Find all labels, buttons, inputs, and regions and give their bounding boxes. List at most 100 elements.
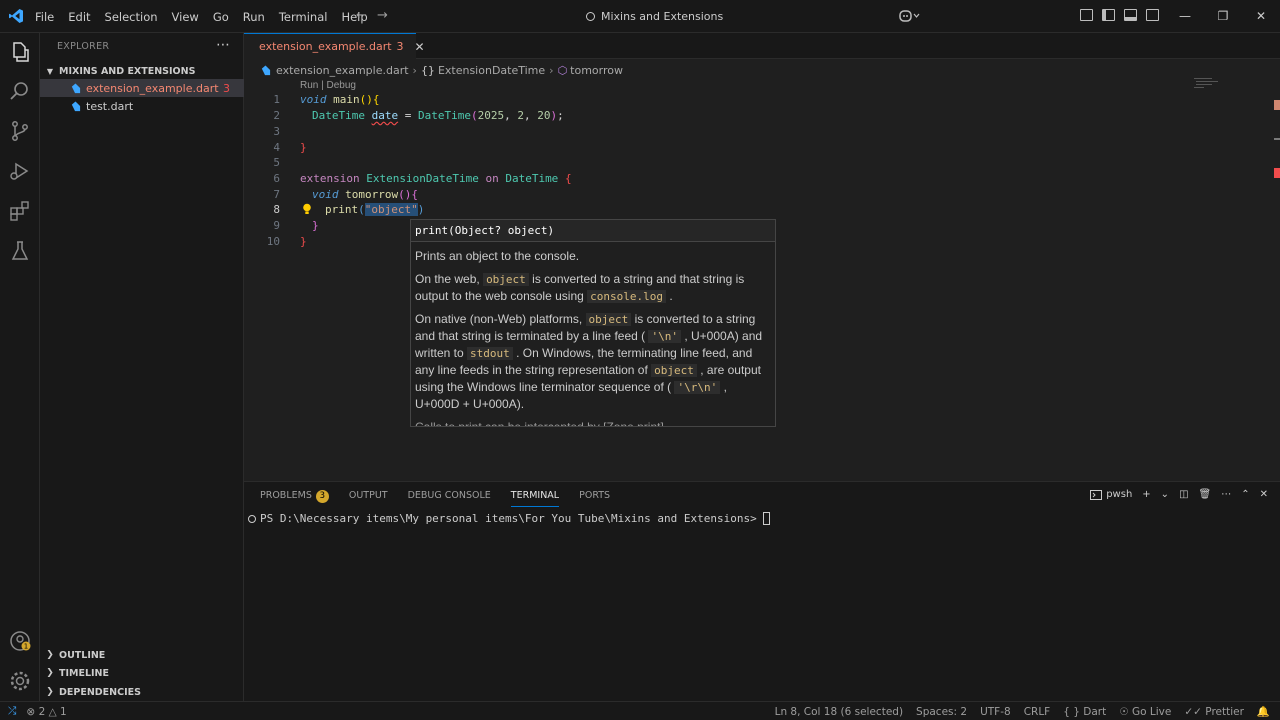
go-live-button[interactable]: ☉ Go Live [1119, 706, 1171, 718]
toggle-primary-sidebar-icon[interactable] [1102, 9, 1115, 21]
end-of-line[interactable]: CRLF [1024, 706, 1051, 718]
chevron-down-icon: ▼ [46, 66, 54, 76]
tab-debug-console[interactable]: DEBUG CONSOLE [408, 482, 491, 510]
trash-icon[interactable]: 🗑 [1199, 489, 1212, 500]
code-line-7: void tomorrow(){ [312, 188, 418, 201]
lightbulb-icon[interactable] [302, 203, 312, 215]
line-number: 1 [273, 93, 280, 106]
menu-help[interactable]: Help [334, 10, 374, 24]
editor-tabs: extension_example.dart 3 ✕ [244, 33, 1280, 59]
dart-file-icon [71, 100, 81, 111]
line-number: 6 [273, 172, 280, 185]
braces-icon: {} [420, 63, 435, 77]
problem-count-badge: 3 [223, 81, 230, 95]
code-line-1: void main(){ [300, 93, 380, 106]
minimize-icon[interactable]: — [1166, 0, 1204, 33]
breadcrumb-file[interactable]: extension_example.dart [276, 64, 409, 77]
method-icon: ⬡ [557, 63, 568, 77]
breadcrumb-extension[interactable]: ExtensionDateTime [438, 64, 545, 77]
tab-terminal[interactable]: TERMINAL [510, 482, 560, 510]
close-tab-icon[interactable]: ✕ [415, 40, 425, 54]
terminal-selector[interactable]: pwsh [1090, 489, 1132, 500]
timeline-section[interactable]: ❯ TIMELINE [40, 664, 244, 682]
search-view-icon[interactable] [8, 79, 32, 103]
tab-extension-example[interactable]: extension_example.dart 3 ✕ [244, 33, 425, 59]
minimap-line [1196, 81, 1218, 82]
menu-view[interactable]: View [165, 10, 206, 24]
menu-run[interactable]: Run [236, 10, 272, 24]
folder-mixins-and-extensions[interactable]: ▼ MIXINS AND EXTENSIONS [40, 63, 244, 79]
menu-selection[interactable]: Selection [98, 10, 165, 24]
file-extension-example[interactable]: extension_example.dart 3 [40, 79, 244, 97]
forward-arrow-icon[interactable]: → [377, 8, 388, 23]
run-debug-icon[interactable] [8, 159, 32, 183]
split-terminal-icon[interactable]: ◫ [1179, 489, 1188, 500]
braces-icon: { } [1063, 705, 1080, 718]
tab-problems[interactable]: PROBLEMS 3 [260, 482, 329, 510]
chevron-right-icon: › [412, 63, 417, 77]
more-actions-icon[interactable]: ⋯ [216, 37, 230, 53]
encoding[interactable]: UTF-8 [980, 706, 1011, 718]
dependencies-section[interactable]: ❯ DEPENDENCIES [40, 683, 244, 701]
notifications-bell-icon[interactable]: 🔔 [1257, 705, 1270, 718]
cursor-position[interactable]: Ln 8, Col 18 (6 selected) [775, 706, 903, 718]
menu-go[interactable]: Go [206, 10, 236, 24]
outline-section[interactable]: ❯ OUTLINE [40, 646, 244, 664]
shell-name: pwsh [1106, 489, 1133, 500]
terminal-output[interactable]: PS D:\Necessary items\My personal items\… [248, 512, 770, 525]
svg-text:1: 1 [24, 643, 28, 651]
menu-terminal[interactable]: Terminal [272, 10, 335, 24]
menu-edit[interactable]: Edit [61, 10, 97, 24]
hover-paragraph: On native (non-Web) platforms, object is… [415, 312, 763, 411]
extensions-icon[interactable] [8, 199, 32, 223]
terminal-cursor [762, 512, 770, 525]
line-number: 7 [273, 188, 280, 201]
back-arrow-icon[interactable]: ← [356, 8, 367, 23]
breadcrumb-method[interactable]: tomorrow [570, 64, 623, 77]
explorer-icon[interactable] [8, 40, 32, 64]
new-terminal-icon[interactable]: + [1142, 489, 1150, 500]
terminal-prompt: PS D:\Necessary items\My personal items\… [260, 512, 757, 525]
dart-file-icon [71, 82, 81, 93]
line-number: 3 [273, 125, 280, 138]
toggle-secondary-sidebar-icon[interactable] [1146, 9, 1159, 21]
file-label: test.dart [86, 99, 134, 113]
close-window-icon[interactable]: ✕ [1242, 0, 1280, 33]
tab-ports[interactable]: PORTS [579, 482, 610, 510]
file-test-dart[interactable]: test.dart [40, 97, 244, 115]
minimap-line [1194, 87, 1204, 88]
maximize-panel-icon[interactable]: ⌃ [1241, 489, 1249, 500]
close-panel-icon[interactable]: ✕ [1260, 489, 1268, 500]
code-line-9: } [312, 219, 319, 232]
indentation[interactable]: Spaces: 2 [916, 706, 967, 718]
problems-count-badge: 3 [315, 489, 329, 503]
code-line-4: } [300, 141, 307, 154]
problems-status[interactable]: ⊗ 2 △ 1 [26, 706, 66, 718]
run-debug-codelens[interactable]: Run | Debug [300, 80, 356, 91]
remote-icon[interactable]: ⤮ [8, 705, 16, 718]
chevron-down-icon[interactable]: ⌄ [1161, 489, 1169, 500]
more-actions-icon[interactable]: ⋯ [1221, 489, 1231, 500]
manage-gear-icon[interactable] [8, 669, 32, 693]
restore-icon[interactable]: ❐ [1204, 0, 1242, 33]
bottom-panel: PROBLEMS 3 OUTPUT DEBUG CONSOLE TERMINAL … [244, 481, 1280, 701]
tab-output[interactable]: OUTPUT [349, 482, 388, 510]
menu-file[interactable]: File [28, 10, 61, 24]
overview-ruler-marker [1274, 100, 1280, 110]
chevron-right-icon: ❯ [46, 687, 54, 697]
accounts-icon[interactable]: 1 [8, 629, 32, 653]
language-mode[interactable]: { } Dart [1063, 706, 1106, 718]
copilot-icon[interactable] [899, 9, 921, 23]
command-decoration-icon [248, 514, 256, 523]
hover-documentation-popup[interactable]: print(Object? object) Prints an object t… [410, 219, 776, 427]
hover-body: Prints an object to the console. On the … [411, 242, 775, 426]
toggle-panel-icon[interactable] [1124, 9, 1137, 21]
chevron-right-icon: ❯ [46, 650, 54, 660]
command-center[interactable]: Mixins and Extensions [586, 6, 726, 26]
testing-icon[interactable] [8, 239, 32, 263]
prettier-button[interactable]: ✓✓ Prettier [1184, 706, 1244, 718]
source-control-icon[interactable] [8, 119, 32, 143]
activity-bar: 1 [0, 33, 40, 701]
customize-layout-icon[interactable] [1080, 9, 1093, 21]
section-label: TIMELINE [59, 667, 109, 679]
